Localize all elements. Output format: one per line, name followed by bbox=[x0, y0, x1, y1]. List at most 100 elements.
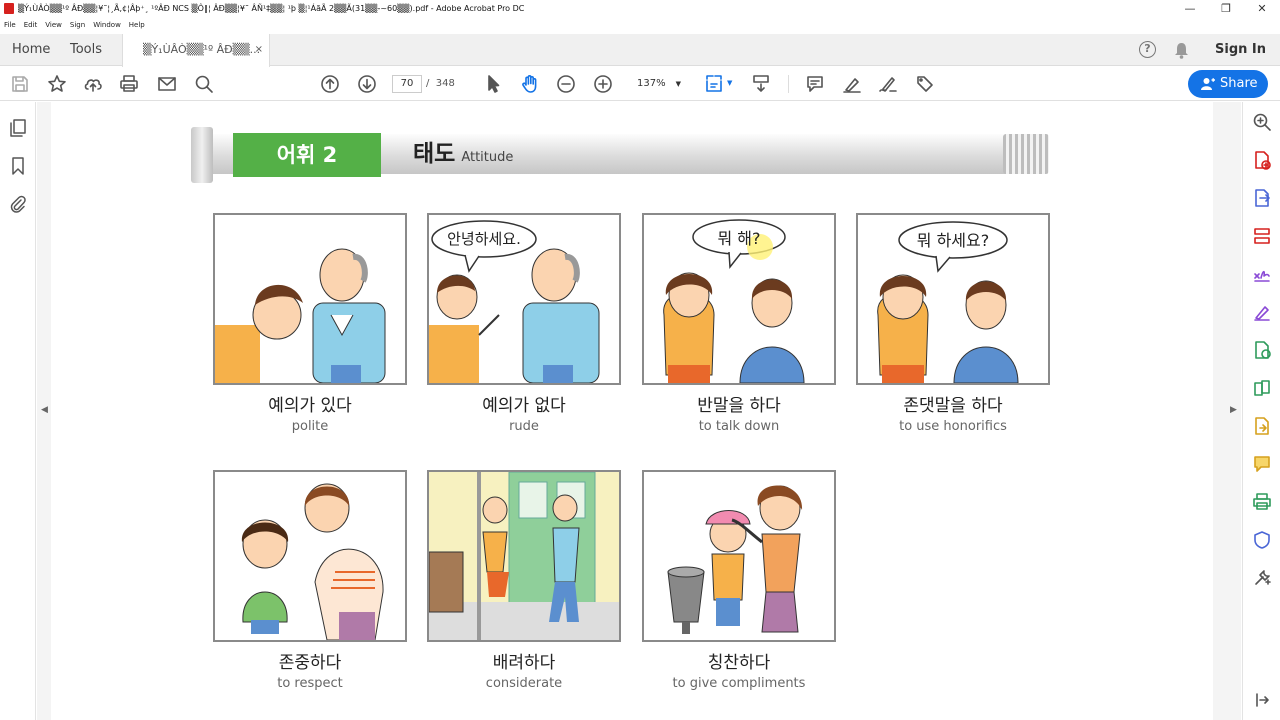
tab-home[interactable]: Home bbox=[12, 34, 50, 66]
document-viewport[interactable]: ◀ ▶ 어휘 2 태도 Attitude 예의가 있다 polite 안녕하세요… bbox=[37, 102, 1241, 720]
card-speech-bubble: 안녕하세요. bbox=[447, 230, 521, 248]
fill-sign-button[interactable] bbox=[877, 73, 899, 95]
close-tab-button[interactable]: × bbox=[255, 34, 263, 66]
card-illustration bbox=[642, 470, 836, 642]
card-illustration bbox=[213, 470, 407, 642]
subway-seat-illustration bbox=[429, 472, 619, 640]
toolbar-divider bbox=[788, 75, 789, 93]
card-word-en: considerate bbox=[485, 676, 563, 691]
menu-file[interactable]: File bbox=[4, 18, 16, 32]
share-button[interactable]: Share bbox=[1188, 70, 1268, 98]
vocab-card-rude: 안녕하세요. 예의가 없다 rude bbox=[427, 213, 621, 437]
organize-pages-button[interactable] bbox=[1252, 226, 1272, 246]
page-display-button[interactable] bbox=[703, 73, 725, 95]
menu-view[interactable]: View bbox=[45, 18, 62, 32]
send-for-review-button[interactable] bbox=[1252, 416, 1272, 436]
card-illustration bbox=[427, 470, 621, 642]
tag-edit-icon bbox=[917, 76, 933, 92]
scrolling-mode-button[interactable] bbox=[750, 73, 772, 95]
export-pdf-button[interactable] bbox=[1252, 188, 1272, 208]
vocab-card-talk-down: 뭐 해? 반말을 하다 to talk down bbox=[642, 213, 836, 437]
sign-in-link[interactable]: Sign In bbox=[1215, 34, 1266, 66]
save-button[interactable] bbox=[9, 73, 31, 95]
attachments-button[interactable] bbox=[8, 194, 28, 214]
card-word-ko: 존중하다 bbox=[278, 653, 342, 673]
plus-circle-icon bbox=[594, 75, 612, 93]
hand-tool-button[interactable] bbox=[519, 73, 541, 95]
help-icon[interactable]: ? bbox=[1139, 41, 1156, 58]
fill-and-sign-button[interactable] bbox=[1252, 264, 1272, 284]
notification-bell-icon[interactable] bbox=[1173, 41, 1190, 59]
compare-files-button[interactable] bbox=[1252, 378, 1272, 398]
chevron-down-icon: ▼ bbox=[675, 80, 681, 88]
menu-bar: File Edit View Sign Window Help bbox=[0, 18, 1280, 32]
more-tools-rail-button[interactable] bbox=[1252, 568, 1272, 588]
card-speech-bubble: 뭐 하세요? bbox=[917, 231, 989, 250]
comment-bubble-icon bbox=[1254, 456, 1270, 472]
header-bar-bolt bbox=[1003, 134, 1049, 174]
minimize-button[interactable]: — bbox=[1172, 0, 1208, 18]
menu-sign[interactable]: Sign bbox=[70, 18, 85, 32]
create-pdf-icon bbox=[1255, 151, 1271, 170]
page-display-chevron-icon[interactable]: ▼ bbox=[727, 79, 732, 87]
comment-tool-button[interactable] bbox=[1252, 454, 1272, 474]
collapse-left-icon[interactable]: ◀ bbox=[41, 405, 48, 415]
printer-icon bbox=[1253, 493, 1271, 510]
select-tool-button[interactable] bbox=[482, 73, 504, 95]
talking-down-illustration: 뭐 해? bbox=[663, 219, 805, 383]
add-person-icon bbox=[1201, 78, 1215, 90]
pages-icon bbox=[10, 119, 26, 137]
combine-files-button[interactable] bbox=[1252, 340, 1272, 360]
maximize-button[interactable]: ❐ bbox=[1208, 0, 1244, 18]
vocab-card-compliments: 칭찬하다 to give compliments bbox=[642, 470, 836, 694]
page-number-input[interactable]: 70 bbox=[392, 75, 422, 93]
print-button[interactable] bbox=[118, 73, 140, 95]
card-illustration: 뭐 해? bbox=[642, 213, 836, 385]
search-button[interactable] bbox=[193, 73, 215, 95]
collapse-right-icon[interactable]: ▶ bbox=[1230, 405, 1237, 415]
page-separator: / bbox=[426, 78, 430, 89]
page-thumbnails-button[interactable] bbox=[8, 118, 28, 138]
zoom-level-dropdown[interactable]: 137% ▼ bbox=[627, 75, 689, 93]
bookmark-icon bbox=[12, 157, 24, 175]
page-total: / 348 bbox=[426, 75, 455, 93]
pdf-page: 어휘 2 태도 Attitude 예의가 있다 polite 안녕하세요. 예의… bbox=[51, 102, 1213, 720]
highlight-button[interactable] bbox=[841, 73, 863, 95]
menu-window[interactable]: Window bbox=[93, 18, 121, 32]
zoom-tool-button[interactable] bbox=[1252, 112, 1272, 132]
window-titlebar: ▒Ý₁ÙÂÒ▒▒¹º ÂÐ▒▒¦¥˜¦¸Ã,¢¦Âþ⁺¸ ¹ºÂÐ NCS ▒Ô… bbox=[0, 0, 1280, 18]
close-window-button[interactable]: ✕ bbox=[1244, 0, 1280, 18]
tools-wrench-icon bbox=[1255, 570, 1271, 585]
card-word-ko: 예의가 있다 bbox=[268, 396, 352, 416]
comment-button[interactable] bbox=[804, 73, 826, 95]
bookmark-star-button[interactable] bbox=[46, 73, 68, 95]
zoom-out-button[interactable] bbox=[555, 73, 577, 95]
shield-icon bbox=[1254, 531, 1270, 549]
card-word-en: to give compliments bbox=[672, 676, 806, 691]
bookmarks-button[interactable] bbox=[8, 156, 28, 176]
zoom-in-button[interactable] bbox=[592, 73, 614, 95]
menu-edit[interactable]: Edit bbox=[24, 18, 38, 32]
export-pdf-icon bbox=[1255, 189, 1270, 207]
card-illustration: 뭐 하세요? bbox=[856, 213, 1050, 385]
left-navigation-rail bbox=[0, 102, 36, 720]
next-page-button[interactable] bbox=[356, 73, 378, 95]
email-button[interactable] bbox=[156, 73, 178, 95]
create-pdf-button[interactable] bbox=[1252, 150, 1272, 170]
collapse-tools-button[interactable] bbox=[1252, 690, 1272, 710]
cloud-upload-icon bbox=[84, 79, 102, 92]
more-tools-button[interactable] bbox=[914, 73, 936, 95]
protect-button[interactable] bbox=[1252, 530, 1272, 550]
print-icon bbox=[120, 75, 138, 92]
bowing-boy-illustration bbox=[215, 248, 386, 383]
acrobat-app-icon bbox=[4, 3, 14, 14]
edit-pdf-button[interactable] bbox=[1252, 302, 1272, 322]
tab-document[interactable]: ▒Ý₁ÙÂÒ▒▒¹º ÂÐ▒▒... × bbox=[122, 34, 270, 67]
pen-sign-icon bbox=[879, 77, 897, 92]
print-production-button[interactable] bbox=[1252, 492, 1272, 512]
previous-page-button[interactable] bbox=[319, 73, 341, 95]
menu-help[interactable]: Help bbox=[129, 18, 145, 32]
vocab-card-respect: 존중하다 to respect bbox=[213, 470, 407, 694]
upload-cloud-button[interactable] bbox=[82, 73, 104, 95]
tab-tools[interactable]: Tools bbox=[70, 34, 102, 66]
